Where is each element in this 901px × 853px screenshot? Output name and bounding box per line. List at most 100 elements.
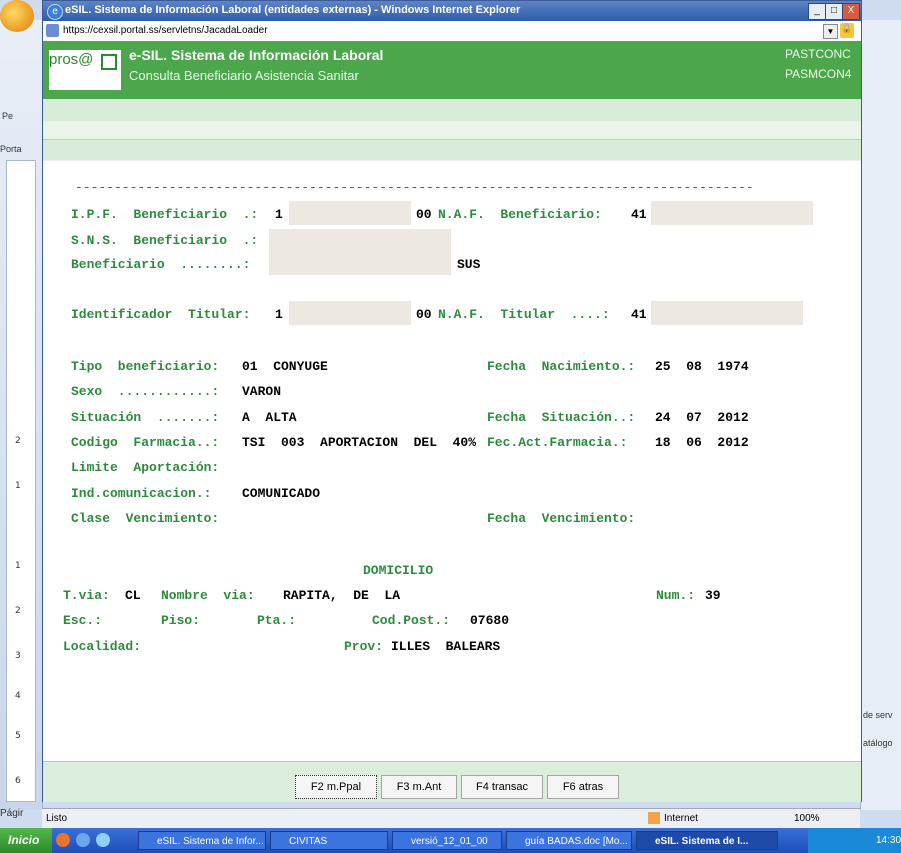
ruler-number: 4: [15, 691, 21, 701]
separator: [43, 121, 861, 139]
ruler-number: 2: [15, 606, 21, 616]
ie-logo-icon: e: [47, 4, 63, 20]
lock-icon[interactable]: 🔒: [840, 23, 854, 38]
prosa-logo-text: pros@: [49, 51, 94, 68]
zoom-level[interactable]: 100%: [794, 813, 820, 824]
limite-aportacion-label: Limite Aportación:: [71, 460, 220, 475]
url-text[interactable]: https://cexsil.portal.ss/servletns/Jacad…: [63, 25, 268, 36]
function-key-bar: F2 m.Ppal F3 m.Ant F4 transac F6 atras: [43, 761, 861, 802]
nombre-via-label: Nombre via:: [161, 588, 255, 603]
security-zone: Internet: [664, 813, 698, 824]
piso-label: Piso:: [161, 613, 201, 628]
ruler-number: 6: [15, 776, 21, 786]
quicklaunch-icon[interactable]: [96, 833, 110, 847]
nombre-via-value: RAPITA, DE LA: [283, 588, 401, 603]
ruler-number: 5: [15, 731, 21, 741]
fecha-situacion-label: Fecha Situación..:: [487, 410, 636, 425]
situacion-label: Situación .......:: [71, 410, 220, 425]
taskbar-item-esil-active[interactable]: eSIL. Sistema de I...: [636, 831, 778, 850]
situacion-value: A ALTA: [242, 410, 297, 425]
taskbar-item-folder[interactable]: versió_12_01_00: [392, 831, 502, 850]
clock[interactable]: 14:30: [876, 828, 901, 853]
ruler-number: 1: [15, 561, 21, 571]
background-right-text: de serv: [863, 710, 893, 720]
domicilio-heading: DOMICILIO: [363, 563, 434, 578]
clase-vencimiento-label: Clase Vencimiento:: [71, 511, 220, 526]
system-tray: 14:30: [808, 828, 901, 853]
maximize-button[interactable]: □: [825, 3, 843, 20]
f2-main-menu-button[interactable]: F2 m.Ppal: [295, 775, 377, 799]
dashed-separator: ----------------------------------------…: [75, 180, 754, 195]
ind-comunicacion-value: COMUNICADO: [242, 486, 321, 501]
naf-titular-field[interactable]: [651, 301, 803, 325]
toolbar-bar: [43, 139, 861, 160]
form-area: ----------------------------------------…: [43, 161, 861, 761]
fecha-situacion-value: 24 07 2012: [655, 410, 749, 425]
title-bar[interactable]: e eSIL. Sistema de Información Laboral (…: [43, 1, 861, 21]
identificador-titular-suffix: 00: [416, 307, 432, 322]
status-text: Listo: [46, 813, 68, 824]
screen-code-1: PASTCONC: [785, 47, 851, 61]
app-header: pros@ e-SIL. Sistema de Información Labo…: [43, 41, 861, 99]
num-label: Num.:: [656, 588, 696, 603]
fecha-vencimiento-label: Fecha Vencimiento:: [487, 511, 636, 526]
beneficiario-field[interactable]: [269, 251, 451, 275]
taskbar-item-word-doc[interactable]: guía BADAS.doc [Mo...: [506, 831, 632, 850]
sns-field[interactable]: [269, 229, 451, 253]
fecha-nacimiento-value: 25 08 1974: [655, 359, 749, 374]
identificador-titular-value: 1: [275, 307, 283, 322]
localidad-label: Localidad:: [63, 639, 142, 654]
identificador-titular-label: Identificador Titular:: [71, 307, 251, 322]
taskbar-item-civitas[interactable]: CIVITAS: [270, 831, 388, 850]
address-dropdown-icon[interactable]: ▼: [823, 24, 838, 39]
codigo-farmacia-value: TSI 003 APORTACION DEL 40%: [242, 435, 477, 450]
ruler-number: 2: [15, 436, 21, 446]
background-label-pe: Pe: [2, 111, 14, 121]
codigo-farmacia-label: Codigo Farmacia..:: [71, 435, 220, 450]
naf-field[interactable]: [651, 201, 813, 225]
firefox-icon[interactable]: [56, 833, 70, 847]
address-bar[interactable]: https://cexsil.portal.ss/servletns/Jacad…: [43, 21, 861, 42]
fecha-nacimiento-label: Fecha Nacimiento.:: [487, 359, 636, 374]
esc-label: Esc.:: [63, 613, 103, 628]
background-right-pane: de serv atálogo: [860, 20, 901, 810]
sns-label: S.N.S. Beneficiario .:: [71, 233, 259, 248]
background-page-label: Págir: [0, 808, 24, 819]
codigo-postal-label: Cod.Post.:: [372, 613, 451, 628]
naf-label: N.A.F. Beneficiario:: [438, 207, 602, 222]
ipf-field[interactable]: [289, 201, 411, 225]
tipo-beneficiario-label: Tipo beneficiario:: [71, 359, 220, 374]
vertical-ruler: 2 1 1 2 3 4 5 6: [6, 160, 36, 802]
f4-transaction-button[interactable]: F4 transac: [461, 775, 543, 799]
ipf-value: 1: [275, 207, 283, 222]
app-title: e-SIL. Sistema de Información Laboral: [129, 47, 384, 63]
close-button[interactable]: X: [842, 3, 860, 20]
status-bar: Listo Internet 100%: [42, 808, 860, 829]
fec-act-farmacia-value: 18 06 2012: [655, 435, 749, 450]
naf-titular-label: N.A.F. Titular ....:: [438, 307, 610, 322]
identificador-titular-field[interactable]: [289, 301, 411, 325]
beneficiario-suffix: SUS: [457, 257, 481, 272]
zone-icon: [648, 812, 660, 824]
ipf-suffix: 00: [416, 207, 432, 222]
background-right-text: atálogo: [863, 738, 893, 748]
logo-box-icon: [101, 54, 117, 70]
f6-back-button[interactable]: F6 atras: [547, 775, 619, 799]
tipo-via-value: CL: [125, 588, 141, 603]
ie-quicklaunch-icon[interactable]: [76, 833, 90, 847]
tipo-beneficiario-value: 01 CONYUGE: [242, 359, 328, 374]
background-label-porta: Porta: [0, 144, 22, 154]
office-button-icon[interactable]: [0, 0, 34, 32]
screen-code-2: PASMCON4: [785, 67, 852, 81]
taskbar: Inicio eSIL. Sistema de Infor... CIVITAS…: [0, 828, 901, 853]
provincia-value: ILLES BALEARS: [391, 639, 501, 654]
taskbar-item-esil-1[interactable]: eSIL. Sistema de Infor...: [138, 831, 266, 850]
start-button[interactable]: Inicio: [0, 828, 52, 853]
sexo-value: VARON: [242, 384, 282, 399]
beneficiario-label: Beneficiario ........:: [71, 257, 251, 272]
f3-previous-menu-button[interactable]: F3 m.Ant: [381, 775, 457, 799]
pta-label: Pta.:: [257, 613, 297, 628]
ind-comunicacion-label: Ind.comunicacion.:: [71, 486, 212, 501]
minimize-button[interactable]: _: [808, 3, 826, 20]
ruler-number: 1: [15, 481, 21, 491]
